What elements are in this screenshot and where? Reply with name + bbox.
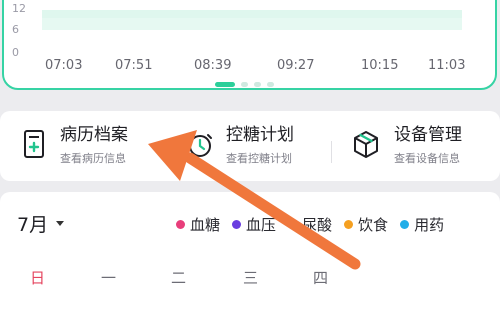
legend-item: 饮食 [344,214,388,235]
pager-dot[interactable] [215,82,235,87]
month-label: 7月 [17,214,49,236]
medical-record-icon [17,127,51,161]
legend-label: 血糖 [190,216,221,234]
month-selector[interactable]: 7月 [17,210,65,237]
feature-title: 设备管理 [394,125,462,145]
medical-record-entry[interactable]: 病历档案 查看病历信息 [0,111,165,181]
pager-dot[interactable] [241,82,248,87]
x-tick: 08:39 [194,58,232,73]
x-tick: 07:03 [45,58,83,73]
chart-plot-area [42,0,462,52]
y-tick: 6 [12,23,19,36]
x-tick: 07:51 [115,58,153,73]
legend-item: 血压 [232,214,276,235]
legend-dot [176,220,185,229]
pager-dot[interactable] [254,82,261,87]
chart-band [42,10,462,18]
device-management-entry[interactable]: 设备管理 查看设备信息 [332,111,500,181]
weekday-wednesday: 三 [243,269,259,287]
feature-subtitle: 查看控糖计划 [226,152,292,165]
glucose-chart-card: 12 6 0 07:03 07:51 08:39 09:27 10:15 11:… [2,0,497,90]
box-icon [349,127,383,161]
weekday-monday: 一 [101,269,117,287]
legend: 血糖 血压 尿酸 饮食 用药 [176,214,444,235]
legend-item: 尿酸 [288,214,332,235]
weekday-tuesday: 二 [171,269,187,287]
caret-down-icon [56,221,65,226]
y-tick: 12 [12,2,26,15]
weekday-thursday: 四 [313,269,329,287]
chart-pager[interactable] [215,82,274,87]
legend-dot [344,220,354,229]
pager-dot[interactable] [267,82,274,87]
legend-dot [288,220,298,229]
feature-entries: 病历档案 查看病历信息 控糖计划 查看控糖计划 设备管理 查看设备信息 [0,111,500,181]
alarm-clock-icon [183,127,217,161]
feature-title: 病历档案 [60,125,128,145]
legend-dot [400,220,410,229]
legend-dot [232,220,242,229]
legend-label: 尿酸 [302,216,333,234]
legend-label: 用药 [414,216,445,234]
x-tick: 09:27 [277,58,315,73]
sugar-control-plan-entry[interactable]: 控糖计划 查看控糖计划 [166,111,331,181]
feature-subtitle: 查看病历信息 [60,152,126,165]
calendar-card: 7月 血糖 血压 尿酸 饮食 用药 日 一 二 三 四 [0,192,500,310]
feature-subtitle: 查看设备信息 [394,152,460,165]
x-tick: 10:15 [361,58,399,73]
x-tick: 11:03 [428,58,466,73]
weekday-sunday: 日 [30,269,46,287]
chart-band [42,18,462,30]
legend-label: 血压 [246,216,277,234]
y-tick: 0 [12,46,19,59]
feature-title: 控糖计划 [226,125,294,145]
legend-label: 饮食 [358,216,389,234]
legend-item: 血糖 [176,214,220,235]
legend-item: 用药 [400,214,444,235]
